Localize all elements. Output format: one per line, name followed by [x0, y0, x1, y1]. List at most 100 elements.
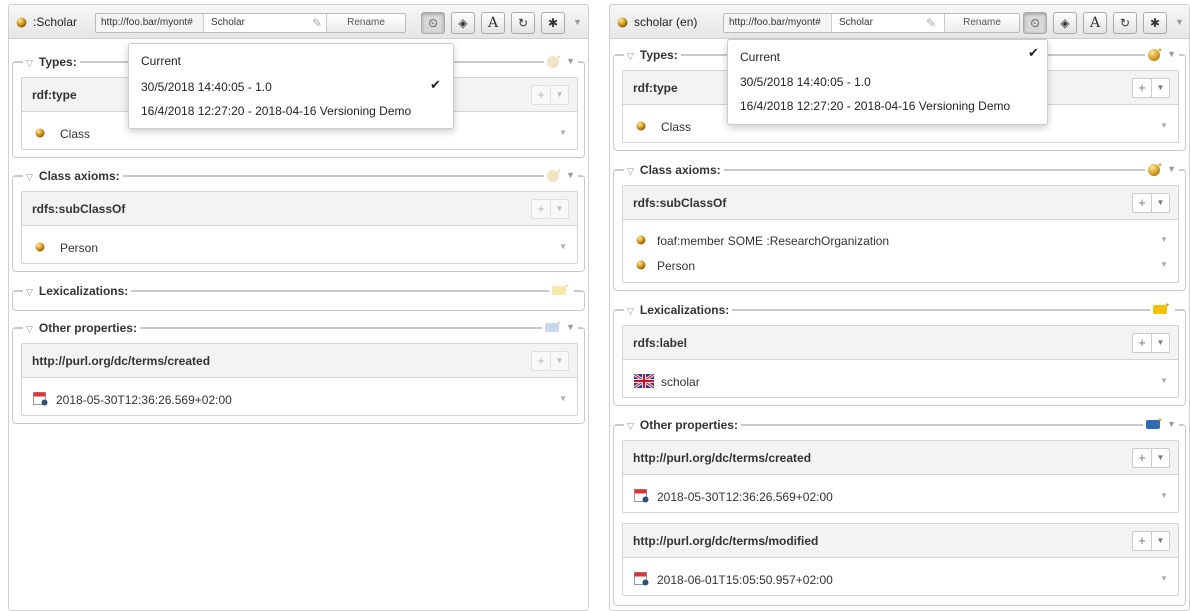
chevron-down-icon[interactable]: ▼ — [1160, 235, 1168, 244]
font-button[interactable]: A — [1083, 12, 1107, 34]
plus-icon[interactable]: + — [1133, 194, 1151, 212]
plus-icon: ✦ — [1164, 303, 1170, 309]
class-ball-icon — [636, 235, 646, 245]
value-text[interactable]: foaf:member SOME :ResearchOrganization — [657, 234, 889, 248]
rename-button[interactable]: Rename — [326, 14, 405, 32]
property-header: rdfs:subClassOf + ▼ — [22, 192, 577, 226]
value-text[interactable]: Person — [657, 259, 695, 273]
add-type-button[interactable]: ✦ ▼ — [543, 54, 578, 68]
section-title: Class axioms: — [38, 169, 120, 183]
add-axiom-button[interactable]: ✦ ▼ — [1144, 162, 1179, 176]
property-name: http://purl.org/dc/terms/created — [32, 354, 211, 368]
chevron-down-icon[interactable]: ▼ — [1160, 491, 1168, 500]
history-button[interactable]: ⏲ — [1023, 12, 1047, 34]
plus-icon[interactable]: + — [532, 352, 550, 370]
plus-icon[interactable]: + — [532, 86, 550, 104]
left-resource-panel: :Scholar http://foo.bar/myont# Scholar ✎… — [8, 4, 589, 611]
value-text[interactable]: 2018-05-30T12:36:26.569+02:00 — [657, 490, 833, 504]
chevron-down-icon[interactable]: ▼ — [1151, 449, 1169, 467]
history-item-current[interactable]: Current — [141, 54, 181, 68]
chevron-down-icon[interactable]: ▼ — [573, 17, 582, 27]
property-name: rdfs:subClassOf — [32, 202, 126, 216]
plus-icon: ✦ — [1157, 163, 1163, 169]
namespace-input[interactable]: http://foo.bar/myont# — [724, 14, 832, 32]
plus-icon[interactable]: + — [1133, 79, 1151, 97]
property-header: http://purl.org/dc/terms/created + ▼ — [22, 344, 577, 378]
chevron-down-icon[interactable]: ▼ — [550, 352, 568, 370]
history-dropdown: Current 30/5/2018 14:40:05 - 1.0 ✔ 16/4/… — [128, 43, 454, 129]
types-section-header[interactable]: ▽ Types: — [23, 55, 80, 69]
class-ball-icon — [16, 17, 27, 28]
section-title: Lexicalizations: — [639, 303, 730, 317]
collapse-icon: ▽ — [26, 324, 33, 334]
history-dropdown: Current ✔ 30/5/2018 14:40:05 - 1.0 16/4/… — [727, 39, 1048, 125]
chevron-down-icon[interactable]: ▼ — [1160, 574, 1168, 583]
value-row: 2018-05-30T12:36:26.569+02:00 ▼ — [633, 487, 1170, 507]
add-property-button[interactable]: ✦ ▼ — [541, 320, 578, 334]
other-properties-section-header[interactable]: ▽ Other properties: — [23, 321, 140, 335]
plus-icon[interactable]: + — [1133, 532, 1151, 550]
local-name-input[interactable]: Scholar — [206, 14, 301, 32]
chevron-down-icon[interactable]: ▼ — [559, 128, 567, 137]
plus-icon: ✦ — [563, 284, 569, 290]
settings-button[interactable]: ✱ — [541, 12, 565, 34]
chevron-down-icon[interactable]: ▼ — [550, 86, 568, 104]
chevron-down-icon[interactable]: ▼ — [559, 242, 567, 251]
chevron-down-icon[interactable]: ▼ — [559, 394, 567, 403]
chevron-down-icon[interactable]: ▼ — [1151, 79, 1169, 97]
add-lexicalization-button[interactable]: ✦ — [1149, 302, 1175, 316]
local-name-input[interactable]: Scholar — [834, 14, 919, 32]
namespace-input[interactable]: http://foo.bar/myont# — [96, 14, 204, 32]
settings-button[interactable]: ✱ — [1143, 12, 1167, 34]
types-section-header[interactable]: ▽ Types: — [624, 48, 681, 62]
value-text[interactable]: Person — [60, 241, 98, 255]
value-text[interactable]: Class — [60, 127, 90, 141]
value-row: Person ▼ — [633, 256, 1170, 276]
history-item-version[interactable]: 30/5/2018 14:40:05 - 1.0 — [141, 80, 272, 94]
class-axioms-section-header[interactable]: ▽ Class axioms: — [624, 163, 724, 177]
resource-title: scholar (en) — [634, 15, 698, 29]
chevron-down-icon[interactable]: ▼ — [1175, 17, 1184, 27]
chevron-down-icon[interactable]: ▼ — [1160, 260, 1168, 269]
history-item-current[interactable]: Current — [740, 50, 780, 64]
value-text[interactable]: 2018-06-01T15:05:50.957+02:00 — [657, 573, 833, 587]
chevron-down-icon[interactable]: ▼ — [1151, 334, 1169, 352]
resource-name-field: http://foo.bar/myont# Scholar ✎ Rename — [95, 13, 406, 33]
history-item-version[interactable]: 16/4/2018 12:27:20 - 2018-04-16 Versioni… — [141, 104, 411, 118]
chevron-down-icon[interactable]: ▼ — [1151, 194, 1169, 212]
refresh-button[interactable]: ↻ — [1113, 12, 1137, 34]
add-lexicalization-button[interactable]: ✦ — [548, 283, 574, 297]
chevron-down-icon[interactable]: ▼ — [1160, 121, 1168, 130]
chevron-down-icon[interactable]: ▼ — [550, 200, 568, 218]
rename-button[interactable]: Rename — [944, 14, 1019, 32]
hide-inferred-button[interactable]: ◈ — [1053, 12, 1077, 34]
history-item-version[interactable]: 30/5/2018 14:40:05 - 1.0 — [740, 75, 871, 89]
chevron-down-icon[interactable]: ▼ — [1151, 532, 1169, 550]
chevron-down-icon[interactable]: ▼ — [1160, 376, 1168, 385]
other-properties-section-header[interactable]: ▽ Other properties: — [624, 418, 741, 432]
add-axiom-button[interactable]: ✦ ▼ — [543, 168, 578, 182]
plus-icon[interactable]: + — [1133, 334, 1151, 352]
value-text[interactable]: 2018-05-30T12:36:26.569+02:00 — [56, 393, 232, 407]
class-ball-icon — [35, 242, 45, 252]
right-resource-panel: scholar (en) http://foo.bar/myont# Schol… — [609, 4, 1190, 611]
plus-icon[interactable]: + — [532, 200, 550, 218]
class-ball-icon — [617, 17, 628, 28]
font-icon: A — [1089, 15, 1101, 31]
section-title: Types: — [38, 55, 77, 69]
add-type-button[interactable]: ✦ ▼ — [1144, 47, 1179, 61]
collapse-icon: ▽ — [26, 58, 33, 68]
class-axioms-section-header[interactable]: ▽ Class axioms: — [23, 169, 123, 183]
add-property-button[interactable]: ✦ ▼ — [1142, 417, 1179, 431]
history-item-version[interactable]: 16/4/2018 12:27:20 - 2018-04-16 Versioni… — [740, 99, 1010, 113]
plus-icon[interactable]: + — [1133, 449, 1151, 467]
lexicalizations-section-header[interactable]: ▽ Lexicalizations: — [624, 303, 733, 317]
refresh-button[interactable]: ↻ — [511, 12, 535, 34]
value-text[interactable]: scholar — [661, 375, 700, 389]
history-button[interactable]: ⏲ — [421, 12, 445, 34]
hide-inferred-button[interactable]: ◈ — [451, 12, 475, 34]
font-button[interactable]: A — [481, 12, 505, 34]
value-text[interactable]: Class — [661, 120, 691, 134]
lexicalizations-section-header[interactable]: ▽ Lexicalizations: — [23, 284, 132, 298]
collapse-icon: ▽ — [627, 166, 634, 176]
